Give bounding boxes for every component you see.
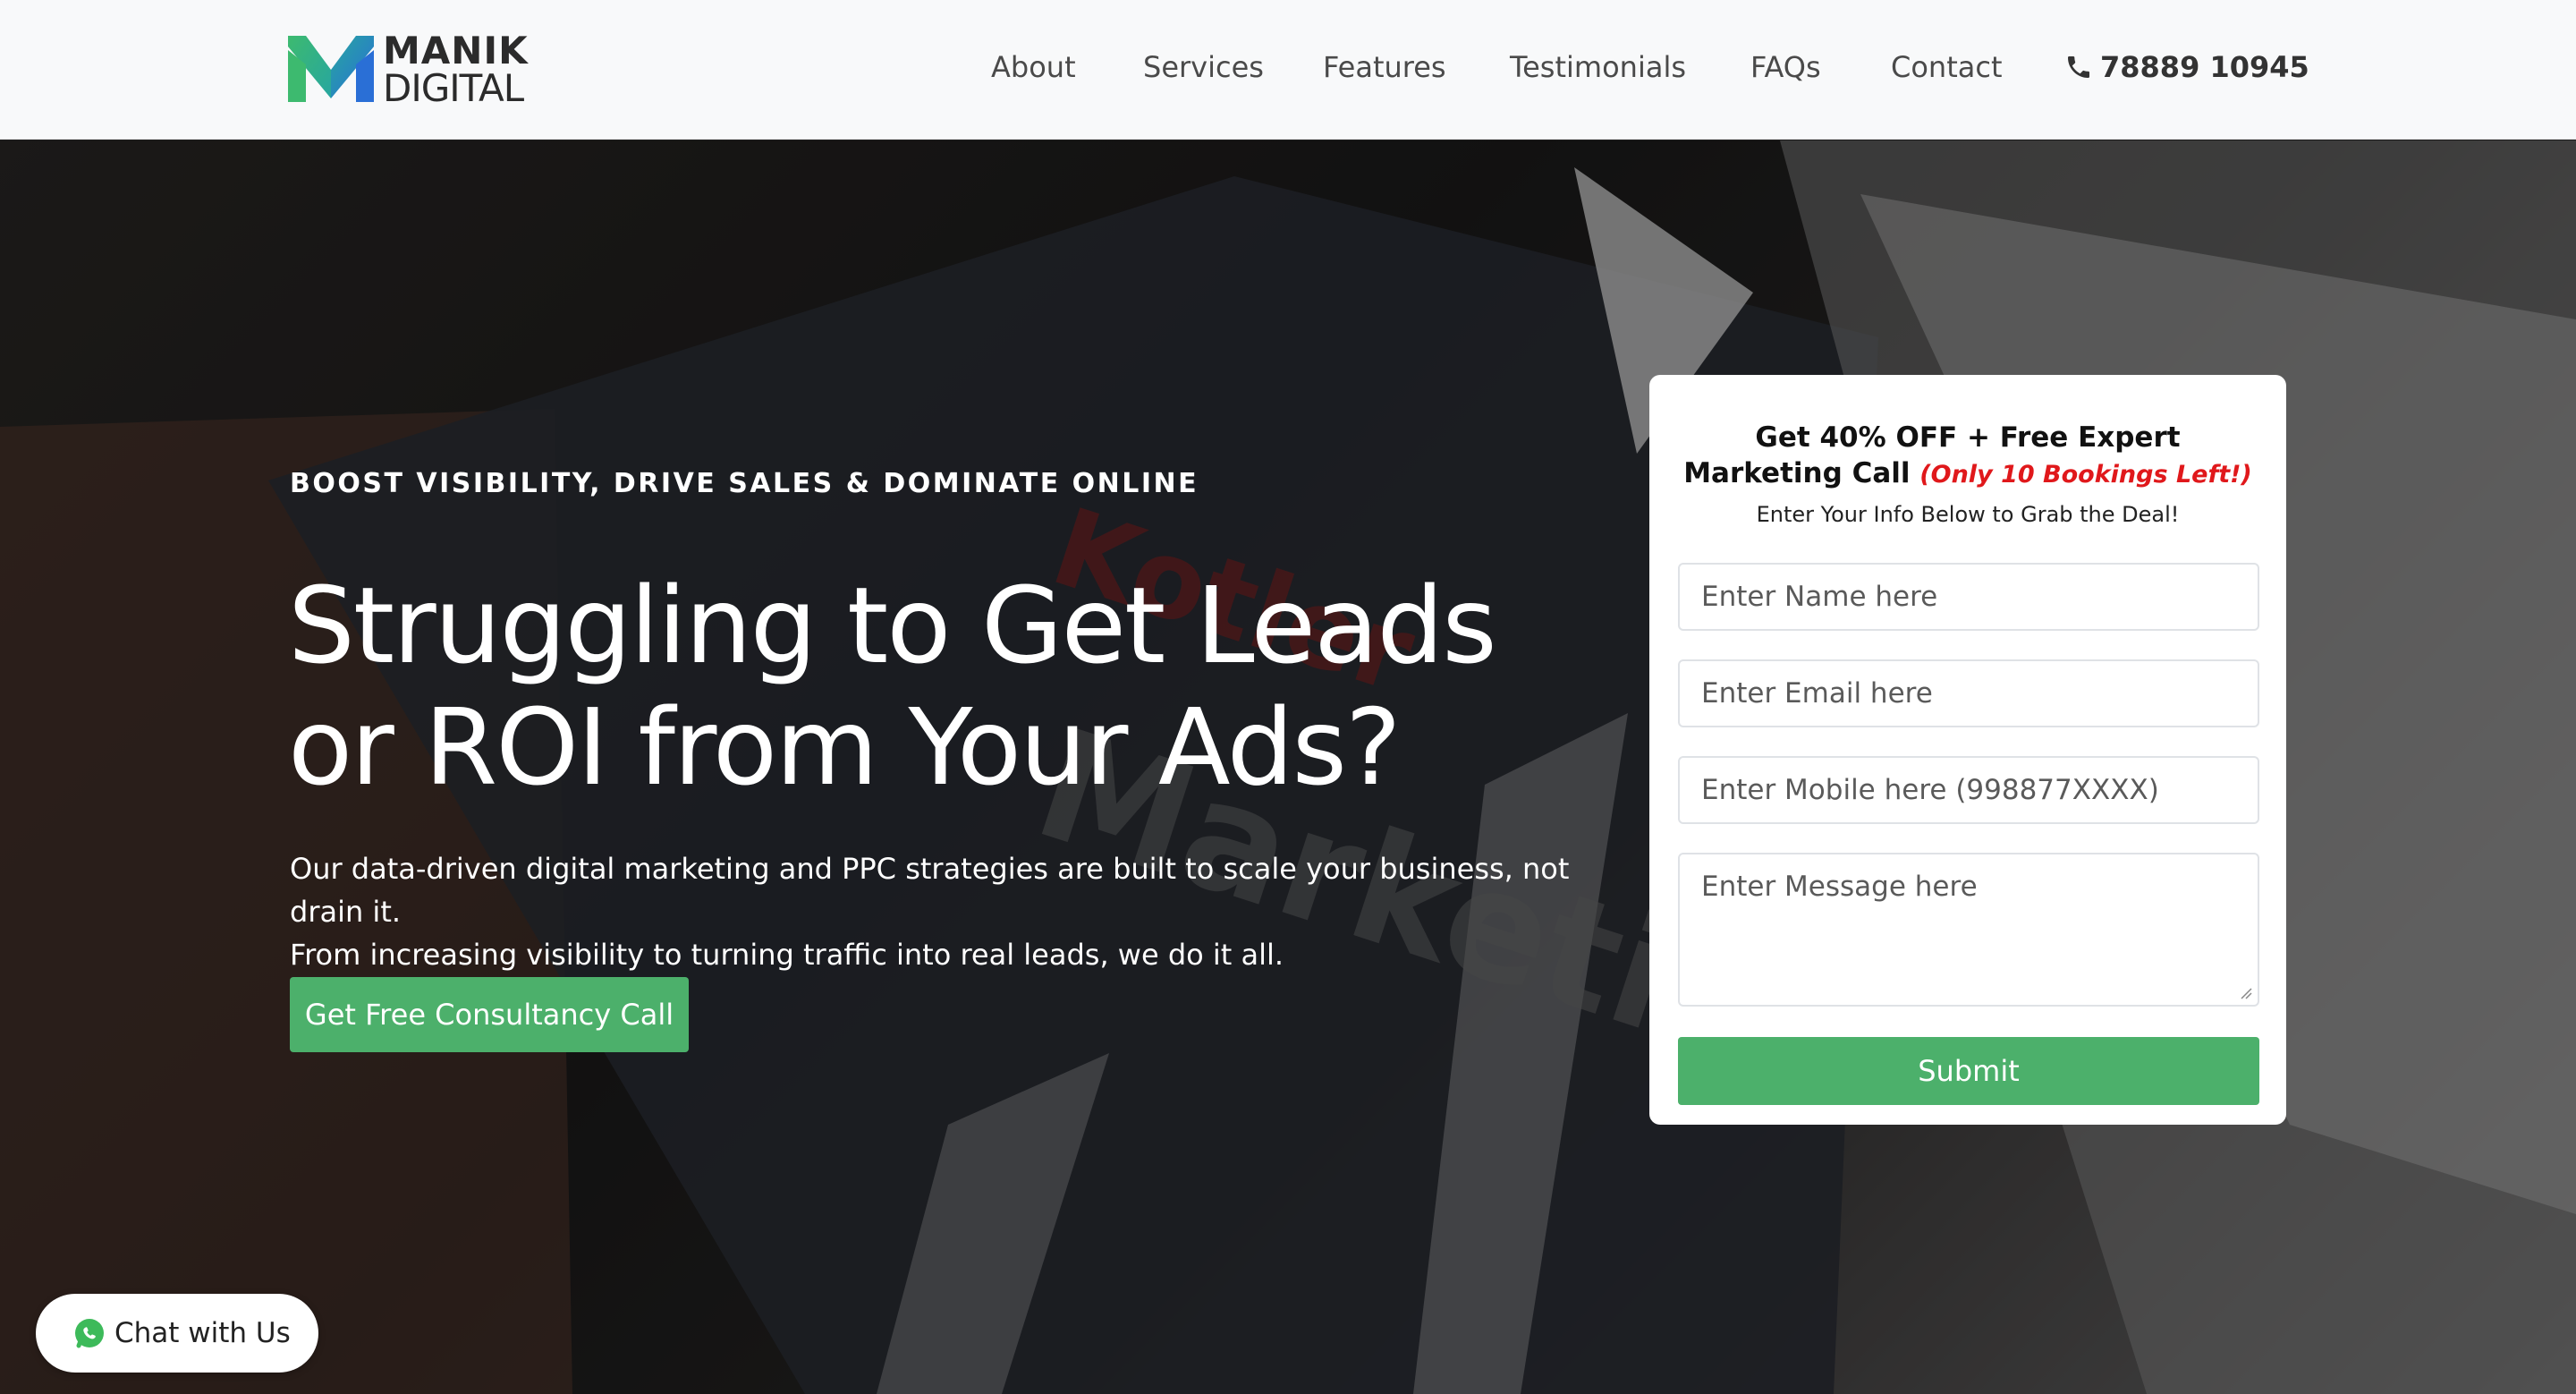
message-field-placeholder: Enter Message here [1701,871,1978,903]
brand-logo[interactable]: MANIK DIGITAL [288,32,544,107]
lead-form-card: Get 40% OFF + Free Expert Marketing Call… [1649,375,2286,1125]
site-header: MANIK DIGITAL About Services Features Te… [0,0,2576,140]
logo-name-top: MANIK [383,29,529,72]
message-field[interactable]: Enter Message here [1678,853,2259,1007]
mobile-field[interactable]: Enter Mobile here (998877XXXX) [1678,756,2259,824]
nav-testimonials[interactable]: Testimonials [1510,50,1686,84]
phone-icon [2068,56,2089,78]
form-title-highlight: (Only 10 Bookings Left!) [1919,461,2252,489]
hero-headline: Struggling to Get Leads or ROI from Your… [288,564,1497,809]
nav-features[interactable]: Features [1323,50,1446,84]
nav-services[interactable]: Services [1143,50,1264,84]
nav-contact[interactable]: Contact [1891,50,2003,84]
name-field[interactable]: Enter Name here [1678,563,2259,631]
form-title: Get 40% OFF + Free Expert Marketing Call… [1676,420,2259,493]
hero-subtext-line1: Our data-driven digital marketing and PP… [290,852,1570,929]
whatsapp-icon [75,1319,104,1348]
form-subtitle: Enter Your Info Below to Grab the Deal! [1756,502,2180,527]
chat-widget-button[interactable]: Chat with Us [36,1294,318,1373]
chat-widget-label: Chat with Us [114,1317,291,1349]
resize-grip-icon[interactable] [2240,987,2252,999]
mobile-field-placeholder: Enter Mobile here (998877XXXX) [1701,774,2159,806]
logo-mark-icon [288,36,374,102]
logo-name-bottom: DIGITAL [383,66,524,110]
email-field[interactable]: Enter Email here [1678,659,2259,727]
hero-eyebrow: BOOST VISIBILITY, DRIVE SALES & DOMINATE… [290,468,1199,499]
name-field-placeholder: Enter Name here [1701,581,1938,613]
hero-section: Kotler Marketing BOOST VISIBILITY, DRIVE… [0,140,2576,1394]
free-consultancy-button[interactable]: Get Free Consultancy Call [290,977,689,1052]
submit-button[interactable]: Submit [1678,1037,2259,1105]
nav-about[interactable]: About [991,50,1076,84]
hero-subtext-line2: From increasing visibility to turning tr… [290,938,1284,972]
nav-phone-link[interactable]: 78889 10945 [2064,50,2309,84]
logo-wordmark: MANIK DIGITAL [383,32,529,107]
email-field-placeholder: Enter Email here [1701,677,1933,710]
nav-faqs[interactable]: FAQs [1750,50,1821,84]
hero-subtext: Our data-driven digital marketing and PP… [290,847,1649,976]
nav-phone-number: 78889 10945 [2100,50,2309,84]
